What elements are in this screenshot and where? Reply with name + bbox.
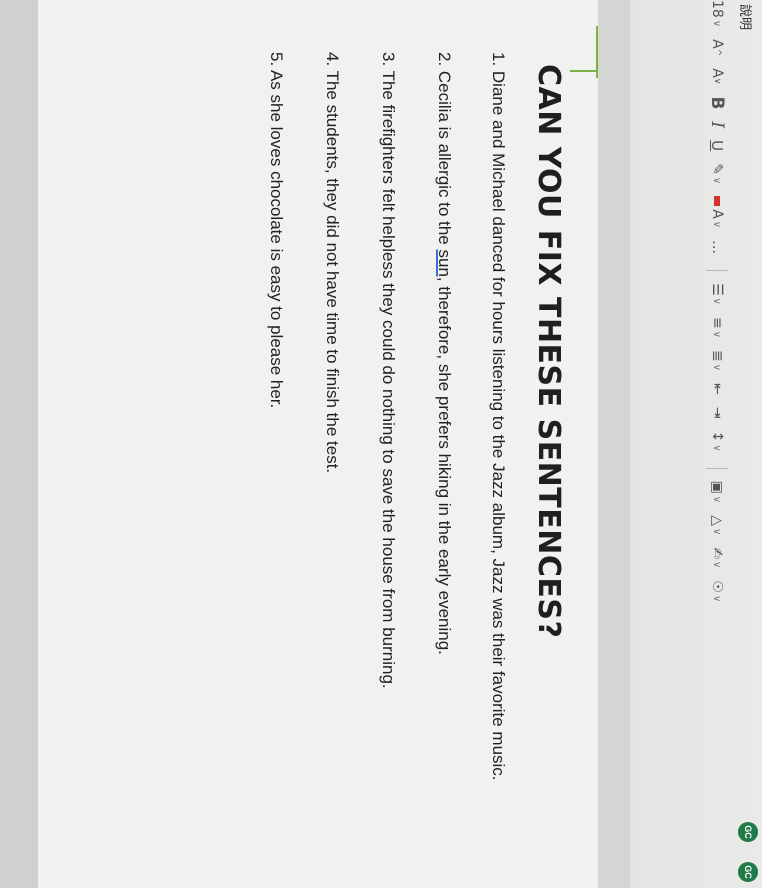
sentence-5: 5. As she loves chocolate is easy to ple… (267, 52, 286, 409)
highlighter-icon: ✎ (709, 163, 725, 175)
sentence-2: 2. Cecilia is allergic to the sun, there… (435, 52, 454, 655)
bullet-list-button[interactable]: ☰ ∨ (705, 283, 729, 305)
chevron-down-icon: ∨ (711, 561, 723, 569)
chevron-down-icon: ∨ (711, 19, 723, 28)
toolbar-divider (706, 270, 728, 272)
line-spacing-icon: ↕ (709, 430, 725, 443)
styles-button[interactable]: ▣ ∨ (705, 481, 729, 504)
sentence-3: 3. The firefighters felt helpless they c… (379, 52, 398, 689)
more-button[interactable]: … (705, 240, 729, 254)
chevron-down-icon: ∨ (711, 176, 723, 185)
find-icon: ☉ (709, 580, 725, 593)
chevron-down-icon: ∨ (711, 527, 723, 536)
outdent-icon: ⇤ (709, 383, 725, 395)
chevron-down-icon: ∨ (711, 330, 723, 339)
spellcheck-underline[interactable]: sun, (435, 249, 454, 281)
align-button[interactable]: ≣ ∨ (705, 350, 729, 371)
shape-button[interactable]: △ ∨ (705, 515, 729, 535)
tool-row: 18 ∨ A ^ A ∨ B I U ✎ ∨ A ∨ … ☰ ∨ ≡ ∨ ≣ ∨… (702, 0, 732, 888)
document-page[interactable]: CAN YOU FIX THESE SENTENCES? 1. Diane an… (38, 0, 598, 888)
edit-button[interactable]: ✍ ∨ (705, 547, 729, 568)
chevron-down-icon: ∨ (711, 495, 723, 504)
document-canvas: CAN YOU FIX THESE SENTENCES? 1. Diane an… (0, 0, 630, 888)
page-title: CAN YOU FIX THESE SENTENCES? (531, 64, 566, 639)
styles-icon: ▣ (709, 480, 725, 494)
find-button[interactable]: ☉ ∨ (705, 580, 729, 602)
font-size-select[interactable]: 18 ∨ (705, 0, 729, 27)
line-spacing-button[interactable]: ↕ ∨ (705, 431, 729, 452)
italic-button[interactable]: I (705, 121, 729, 128)
grammar-check-badge-2[interactable]: GC (738, 862, 758, 882)
sentence-1: 1. Diane and Michael danced for hours li… (489, 52, 508, 781)
sentence-4: 4. The students, they did not have time … (323, 52, 342, 474)
toolbar-divider (706, 467, 728, 469)
align-icon: ≣ (709, 350, 725, 362)
chevron-down-icon: ∨ (711, 363, 723, 372)
color-swatch-icon (714, 196, 720, 207)
edit-icon: ✍ (709, 547, 725, 560)
formatting-toolbar: 說明 18 ∨ A ^ A ∨ B I U ✎ ∨ A ∨ … ☰ ∨ ≡ ∨ … (630, 0, 762, 888)
highlight-color-button[interactable]: ✎ ∨ (705, 163, 729, 184)
font-color-icon: A (709, 209, 725, 219)
numbered-list-button[interactable]: ≡ ∨ (705, 317, 729, 338)
decrease-font-button[interactable]: A ∨ (705, 68, 729, 84)
chevron-down-icon: ∨ (711, 594, 723, 603)
font-color-button[interactable]: A ∨ (705, 196, 729, 228)
page-margin (0, 0, 38, 888)
numbered-list-icon: ≡ (709, 316, 725, 329)
increase-font-button[interactable]: A ^ (705, 39, 729, 56)
font-size-value: 18 (709, 0, 725, 18)
underline-button[interactable]: U (705, 140, 729, 151)
app-window: 說明 18 ∨ A ^ A ∨ B I U ✎ ∨ A ∨ … ☰ ∨ ≡ ∨ … (0, 0, 762, 888)
text-cursor (570, 70, 598, 72)
indent-icon: ⇥ (709, 406, 725, 419)
menu-item-help[interactable]: 說明 (738, 0, 757, 34)
bullet-list-icon: ☰ (709, 283, 725, 296)
indent-button[interactable]: ⇥ (705, 407, 729, 419)
shape-icon: △ (709, 515, 725, 526)
chevron-down-icon: ∨ (711, 444, 723, 452)
bold-button[interactable]: B (705, 96, 729, 109)
outdent-button[interactable]: ⇤ (705, 383, 729, 395)
grammar-check-badge[interactable]: GC (738, 822, 758, 842)
sentence-list: 1. Diane and Michael danced for hours li… (230, 52, 508, 862)
menu-bar: 說明 (736, 0, 758, 34)
chevron-down-icon: ∨ (711, 297, 723, 305)
chevron-down-icon: ∨ (711, 220, 723, 229)
